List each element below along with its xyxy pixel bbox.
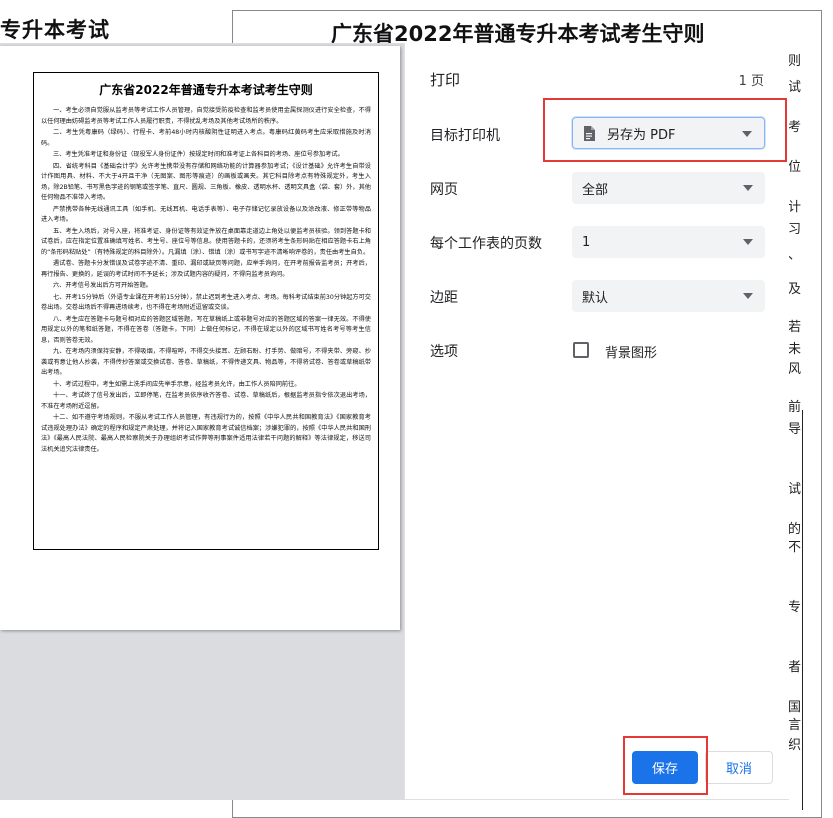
preview-paragraph: 五、考生入场后，对号入座，将准考证、身份证等有效证件放在桌面靠走道边上角处以便监…: [41, 227, 371, 256]
screen: 专升本考试 广东省2022年普通专升本考试考生守则 则试考位计习、及若未风前导试…: [0, 0, 833, 818]
margins-value: 默认: [582, 290, 609, 306]
preview-paragraph: 遇试卷、答题卡分发错误及试卷字迹不清、重印、漏印或缺页等问题，应举手询问，在开考…: [41, 260, 371, 278]
options-label: 选项: [430, 344, 458, 360]
pages-value: 全部: [582, 182, 609, 198]
cancel-button[interactable]: 取消: [705, 751, 773, 784]
background-edge-char: 织: [788, 738, 802, 753]
margins-label: 边距: [430, 290, 458, 306]
pages-per-sheet-label: 每个工作表的页数: [430, 236, 542, 252]
preview-page: 广东省2022年普通专升本考试考生守则 一、考生必须自觉服从监考员等考试工作人员…: [0, 46, 400, 630]
pages-label: 网页: [430, 182, 458, 198]
preview-paragraph: 八、考生应在答题卡与题号相对应的答题区域答题，写在草稿纸上或非题号对应的答题区域…: [41, 315, 371, 344]
pages-select[interactable]: 全部: [572, 172, 765, 204]
background-edge-char: 专: [788, 600, 802, 615]
preview-document-frame: 广东省2022年普通专升本考试考生守则 一、考生必须自觉服从监考员等考试工作人员…: [33, 72, 379, 550]
background-edge-char: 国: [788, 700, 802, 715]
background-edge-char: 风: [788, 362, 802, 377]
background-edge-char: 前: [788, 400, 802, 415]
background-edge-char: 者: [788, 660, 802, 675]
preview-paragraph: 严禁携带各种无线通讯工具（如手机、无线耳机、电话手表等）、电子存储记忆录放设备以…: [41, 205, 371, 224]
preview-paragraph: 六、开考信号发出后方可开始答题。: [53, 282, 152, 289]
margins-select[interactable]: 默认: [572, 280, 765, 312]
preview-paragraph: 二、考生凭粤康码（绿码）、行程卡、考前48小时内核酸阴性证明进入考点。粤康码红黄…: [41, 129, 371, 147]
preview-document-title: 广东省2022年普通专升本考试考生守则: [99, 83, 313, 97]
preview-paragraph: 九、在考场内须保持安静，不得吸烟，不得喧哗，不得交头接耳、左顾右盼、打手势、做暗…: [41, 348, 371, 376]
pages-per-sheet-select[interactable]: 1: [572, 226, 765, 258]
background-graphics-checkbox[interactable]: [573, 342, 589, 358]
background-right-rule: [802, 410, 803, 810]
background-edge-char: 习: [788, 222, 802, 237]
preview-document-body: 一、考生必须自觉服从监考员等考试工作人员管理，自觉接受防疫检查和监考员使用金属探…: [41, 106, 371, 455]
chevron-down-icon: [743, 239, 753, 245]
chevron-down-icon: [743, 293, 753, 299]
preview-paragraph: 一、考生必须自觉服从监考员等考试工作人员管理，自觉接受防疫检查和监考员使用金属探…: [41, 107, 371, 125]
background-edge-char: 导: [788, 422, 802, 437]
background-edge-char: 未: [788, 342, 802, 357]
background-edge-char: 言: [788, 718, 802, 733]
background-graphics-label[interactable]: 背景图形: [605, 342, 657, 361]
background-edge-char: 的: [788, 522, 802, 537]
background-edge-char: 位: [788, 160, 802, 175]
background-left-doc-title: 专升本考试: [0, 18, 110, 42]
background-edge-char: 及: [788, 282, 802, 297]
chevron-down-icon: [743, 185, 753, 191]
destination-label: 目标打印机: [430, 128, 500, 144]
preview-paragraph: 十一、考试终了信号发出后，立即停笔，在监考员依序收齐答卷、试卷、草稿纸后，根据监…: [41, 392, 371, 410]
annotation-box-destination: [543, 98, 787, 162]
background-edge-char: 试: [788, 80, 802, 95]
preview-paragraph: 七、开考15分钟后（外语专业课在开考前15分钟），禁止迟到考生进入考点、考场。每…: [41, 293, 371, 312]
background-edge-char: 试: [788, 482, 802, 497]
preview-paragraph: 四、省统考科目《基础会计学》允许考生携带没有存储和网络功能的计算器参加考试；《设…: [41, 162, 371, 202]
print-preview-pane[interactable]: 广东省2022年普通专升本考试考生守则 一、考生必须自觉服从监考员等考试工作人员…: [0, 43, 404, 800]
background-edge-char: 则: [788, 54, 802, 69]
preview-paragraph: 三、考生凭准考证和身份证（现役军人身份证件）按规定时间和准考证上各科目的考场、座…: [53, 151, 344, 158]
preview-paragraph: 十、考试过程中，考生如需上洗手间应先举手示意，经监考员允许，由工作人员陪同前往。: [53, 380, 301, 388]
background-edge-char: 、: [788, 248, 802, 263]
background-edge-char: 若: [788, 320, 802, 335]
background-edge-char: 计: [788, 200, 802, 215]
background-edge-char: 不: [788, 540, 802, 555]
pages-per-sheet-value: 1: [582, 234, 591, 250]
page-count: 1 页: [738, 74, 764, 89]
preview-paragraph: 十二、如不遵守考场规则，不服从考试工作人员管理，有违规行为的，按照《中华人民共和…: [41, 414, 371, 453]
background-edge-char: 考: [788, 120, 802, 135]
annotation-box-save: [623, 736, 708, 795]
print-dialog-title: 打印: [430, 71, 461, 89]
